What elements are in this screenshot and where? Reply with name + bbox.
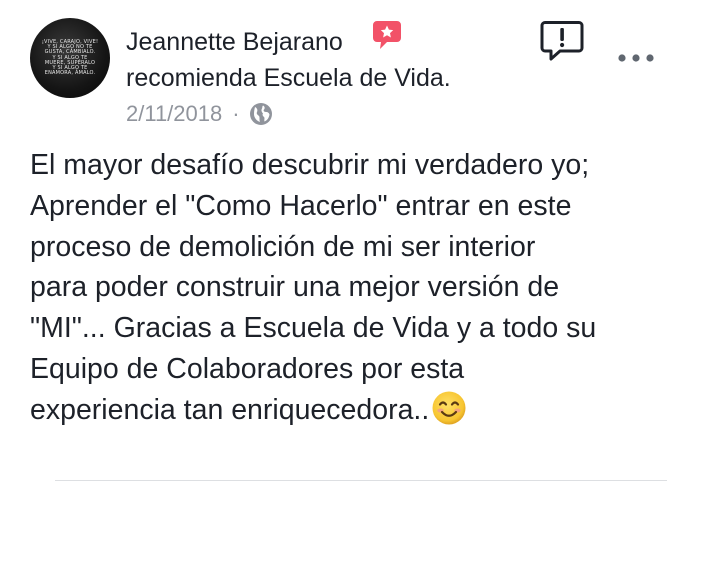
smiling-face-icon	[432, 391, 466, 425]
divider	[55, 480, 667, 481]
post-body-line: experiencia tan enriquecedora..	[30, 393, 430, 426]
author-name[interactable]: Jeannette Bejarano	[126, 26, 343, 58]
post-date[interactable]: 2/11/2018	[126, 100, 222, 128]
post-body-line: proceso de demolición de mi ser interior	[30, 230, 536, 263]
post-body: El mayor desafío descubrir mi verdadero …	[30, 145, 700, 431]
globe-icon	[249, 103, 272, 125]
avatar-quote-text: ¡VIVE, CARAJO, VIVE! Y SI ALGO NO TE GUS…	[30, 39, 110, 77]
meta-separator: ·	[232, 101, 240, 126]
post-body-line: Equipo de Colaboradores por esta	[30, 352, 465, 385]
report-icon[interactable]	[540, 20, 584, 62]
post-body-line: "MI"... Gracias a Escuela de Vida y a to…	[30, 312, 597, 345]
avatar[interactable]: ¡VIVE, CARAJO, VIVE! Y SI ALGO NO TE GUS…	[30, 18, 110, 98]
avatar-text-line: ENAMORA, ÁMALO.	[44, 70, 96, 77]
post-body-line: Aprender el "Como Hacerlo" entrar en est…	[30, 189, 572, 222]
post-meta: 2/11/2018 ·	[126, 100, 273, 128]
recommendation-text[interactable]: recomienda Escuela de Vida.	[126, 62, 451, 94]
more-options-icon[interactable]	[616, 46, 656, 70]
post-body-last-line: experiencia tan enriquecedora..	[30, 390, 700, 431]
post-body-line: para poder construir una mejor versión d…	[30, 271, 560, 304]
post-body-line: El mayor desafío descubrir mi verdadero …	[30, 149, 590, 181]
recommend-star-icon	[373, 21, 401, 49]
